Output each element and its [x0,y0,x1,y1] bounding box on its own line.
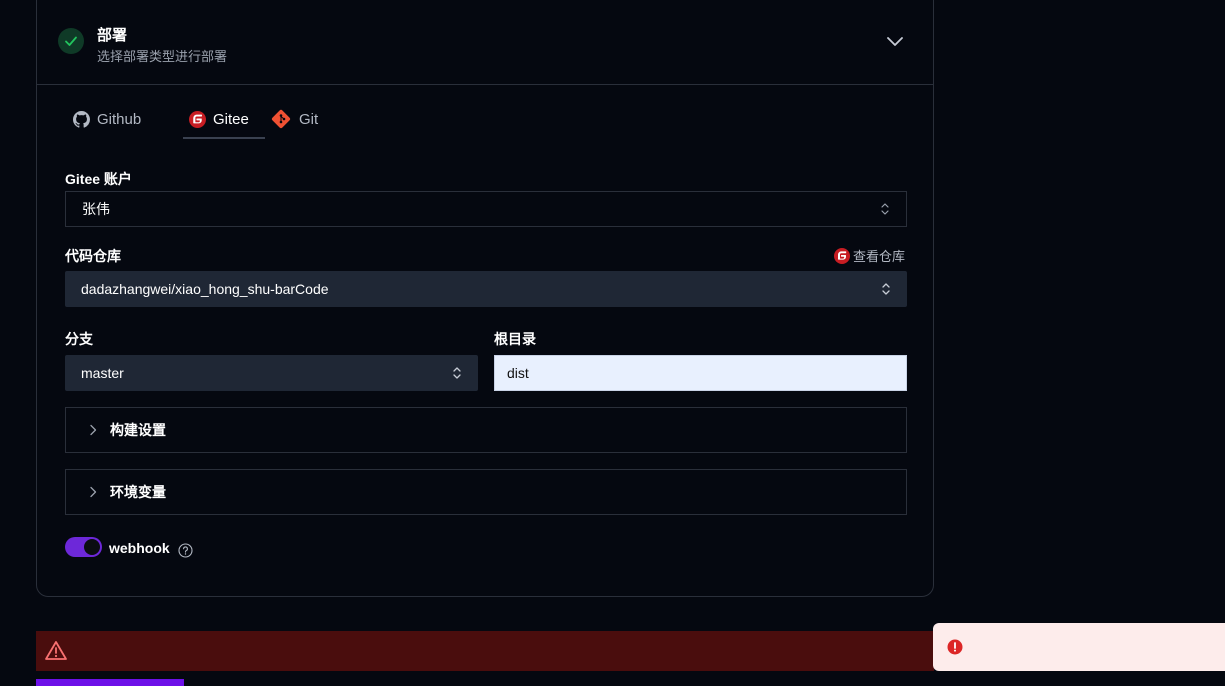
deploy-button[interactable] [36,679,184,686]
gitee-icon [833,247,850,264]
section-title: 部署 [97,27,128,44]
webhook-label: webhook [109,540,170,556]
repository-label: 代码仓库 [65,248,121,264]
env-vars-label: 环境变量 [110,484,166,500]
chevron-down-icon[interactable] [886,35,904,49]
tab-gitee[interactable]: Gitee [183,101,265,139]
account-label: Gitee 账户 [65,171,132,187]
repository-select[interactable]: dadazhangwei/xiao_hong_shu-barCode [65,271,907,307]
chevron-updown-icon [882,283,890,295]
view-repository-link[interactable]: 查看仓库 [833,246,905,265]
check-icon [65,36,77,46]
chevron-right-icon [90,486,97,498]
chevron-right-icon [90,424,97,436]
view-repository-label: 查看仓库 [852,249,905,264]
deploy-panel-header[interactable]: 部署 选择部署类型进行部署 [37,0,933,85]
status-badge [58,28,84,54]
branch-select[interactable]: master [65,355,478,391]
git-icon [271,109,291,129]
build-settings-label: 构建设置 [110,422,166,438]
account-select[interactable]: 张伟 [65,191,907,227]
account-value: 张伟 [82,201,110,217]
gitee-icon [189,110,206,128]
tab-label: Github [97,110,142,128]
chevron-updown-icon [881,203,889,215]
root-dir-value: dist [507,365,529,381]
webhook-toggle[interactable] [65,537,102,557]
error-icon [947,639,963,655]
tab-label: Git [299,110,319,128]
branch-value: master [81,365,124,381]
build-settings-accordion[interactable]: 构建设置 [65,407,907,453]
warning-icon [45,641,67,660]
error-toast [933,623,1225,671]
chevron-updown-icon [453,367,461,379]
root-dir-input[interactable]: dist [494,355,907,391]
github-icon [73,110,90,128]
section-subtitle: 选择部署类型进行部署 [97,49,228,64]
help-icon[interactable] [178,543,193,558]
repository-value: dadazhangwei/xiao_hong_shu-barCode [81,281,329,297]
branch-label: 分支 [65,331,93,347]
deploy-panel: 部署 选择部署类型进行部署 Github Gitee Git Gitee 账户 … [36,0,934,597]
toggle-knob [84,539,100,555]
tab-label: Gitee [213,110,249,128]
root-dir-label: 根目录 [494,331,536,347]
tab-github[interactable]: Github [73,101,141,137]
env-vars-accordion[interactable]: 环境变量 [65,469,907,515]
tab-git[interactable]: Git [271,101,318,137]
error-banner [36,631,934,671]
